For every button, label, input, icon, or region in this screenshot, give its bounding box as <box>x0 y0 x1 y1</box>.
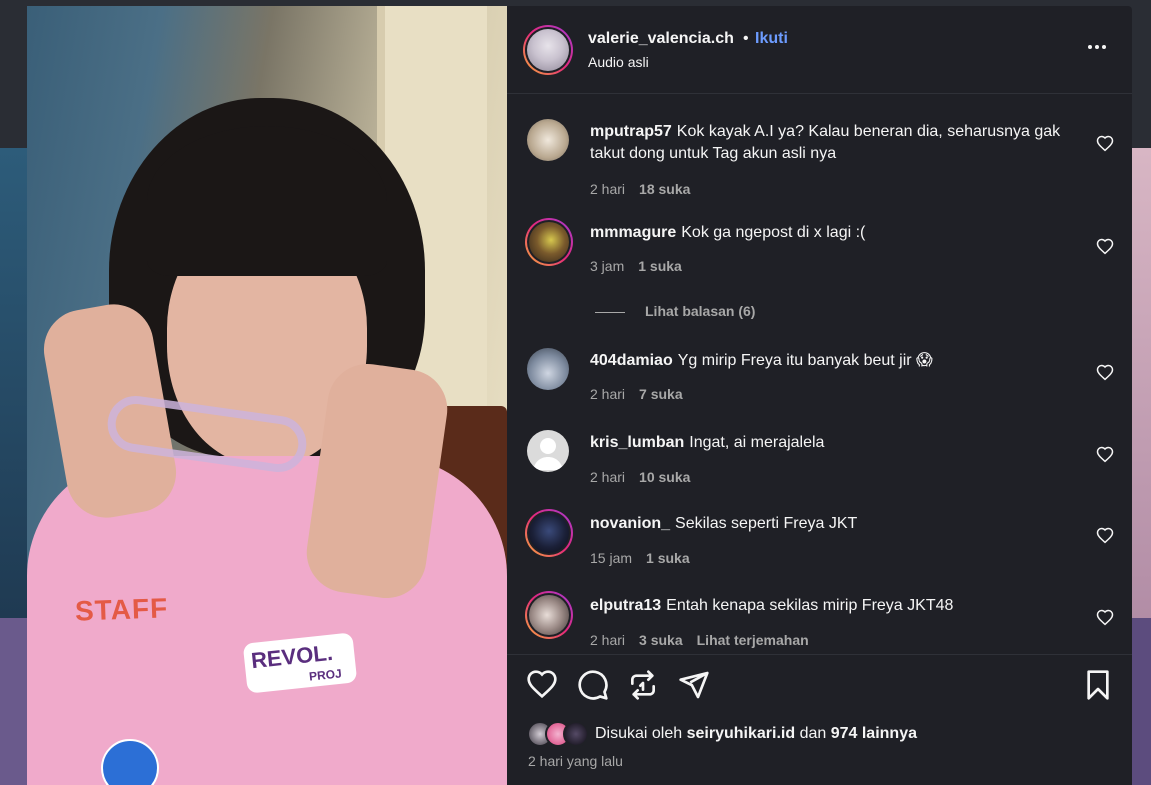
heart-icon[interactable] <box>1096 609 1114 627</box>
comment-likes[interactable]: 7 suka <box>639 386 683 402</box>
liked-by-text: Disukai oleh seiryuhikari.id dan 974 lai… <box>595 725 917 743</box>
follow-button[interactable]: Ikuti <box>755 30 788 48</box>
post-header: valerie_valencia.ch • Ikuti Audio asli <box>507 6 1132 94</box>
comment-body: kris_lumban Ingat, ai merajalela <box>590 432 1068 454</box>
comment-likes[interactable]: 10 suka <box>639 469 690 485</box>
comment-username[interactable]: kris_lumban <box>590 434 684 451</box>
author-username[interactable]: valerie_valencia.ch <box>588 30 734 48</box>
background-previous-post-lower <box>0 618 27 785</box>
comment-avatar[interactable] <box>525 591 573 639</box>
liked-by-and: dan <box>799 725 827 742</box>
comment-body: novanion_ Sekilas seperti Freya JKT <box>590 513 1068 535</box>
post-date[interactable]: 2 hari yang lalu <box>528 753 623 769</box>
comment-text: Entah kenapa sekilas mirip Freya JKT48 <box>666 597 954 614</box>
heart-icon[interactable] <box>1096 527 1114 545</box>
comment-avatar[interactable] <box>525 218 573 266</box>
comment-meta: 3 jam 1 suka <box>590 258 696 274</box>
comment-text: Sekilas seperti Freya JKT <box>675 515 858 532</box>
comment-body: 404damiao Yg mirip Freya itu banyak beut … <box>590 350 1068 372</box>
comment-text: Kok ga ngepost di x lagi :( <box>681 224 866 241</box>
comment-username[interactable]: mmmagure <box>590 224 676 241</box>
separator-dot: • <box>743 30 749 47</box>
view-replies-button[interactable]: Lihat balasan (6) <box>595 303 755 319</box>
comment-likes[interactable]: 1 suka <box>638 258 682 274</box>
comment-username[interactable]: elputra13 <box>590 597 661 614</box>
comment-avatar[interactable] <box>527 348 569 390</box>
comment-time[interactable]: 2 hari <box>590 386 625 402</box>
comment-avatar[interactable] <box>525 509 573 557</box>
comment-text: Ingat, ai merajalela <box>689 434 825 451</box>
author-avatar[interactable] <box>523 25 573 75</box>
comment-username[interactable]: 404damiao <box>590 352 673 369</box>
comment-time[interactable]: 2 hari <box>590 181 625 197</box>
comment-time[interactable]: 3 jam <box>590 258 624 274</box>
comment-likes[interactable]: 1 suka <box>646 550 690 566</box>
replies-line <box>595 311 625 313</box>
comment-username[interactable]: novanion_ <box>590 515 670 532</box>
default-avatar-icon[interactable] <box>527 430 569 472</box>
comment-body: elputra13 Entah kenapa sekilas mirip Frey… <box>590 595 1068 617</box>
comment-time[interactable]: 15 jam <box>590 550 632 566</box>
media-bangs <box>147 126 387 276</box>
heart-icon[interactable] <box>1096 446 1114 464</box>
background-next-post <box>1132 148 1151 618</box>
comment-likes[interactable]: 3 suka <box>639 632 683 648</box>
post-details-panel: valerie_valencia.ch • Ikuti Audio asli m… <box>507 6 1132 785</box>
comment-likes[interactable]: 18 suka <box>639 181 690 197</box>
share-send-icon[interactable] <box>678 669 710 701</box>
save-bookmark-icon[interactable] <box>1082 669 1114 701</box>
comment-time[interactable]: 2 hari <box>590 469 625 485</box>
comment-avatar[interactable] <box>527 119 569 161</box>
comment-time[interactable]: 2 hari <box>590 632 625 648</box>
background-previous-post <box>0 148 27 618</box>
comment-bubble-icon[interactable] <box>577 669 609 701</box>
comment-meta: 15 jam 1 suka <box>590 550 704 566</box>
liked-by-user[interactable]: seiryuhikari.id <box>687 725 796 742</box>
repost-icon[interactable] <box>627 669 659 701</box>
heart-icon[interactable] <box>1096 364 1114 382</box>
liked-by-avatars[interactable] <box>527 721 591 749</box>
more-options-icon[interactable] <box>1086 44 1108 52</box>
see-translation-button[interactable]: Lihat terjemahan <box>697 632 809 648</box>
comment-meta: 2 hari 10 suka <box>590 469 704 485</box>
post-media-video[interactable]: STAFF REVOL. PROJ <box>27 6 507 785</box>
comment-meta: 2 hari 3 suka Lihat terjemahan <box>590 632 823 648</box>
heart-icon[interactable] <box>1096 238 1114 256</box>
background-next-post-lower <box>1132 618 1151 785</box>
comment-body: mmmagure Kok ga ngepost di x lagi :( <box>590 222 1068 244</box>
liked-by-others[interactable]: 974 lainnya <box>831 725 917 742</box>
shirt-print-text: STAFF <box>74 592 169 627</box>
heart-icon[interactable] <box>1096 135 1114 153</box>
view-replies-label: Lihat balasan (6) <box>645 303 756 319</box>
comments-list[interactable]: mputrap57 Kok kayak A.I ya? Kalau beneran… <box>507 95 1132 653</box>
liked-by-prefix: Disukai oleh <box>595 725 683 742</box>
comment-meta: 2 hari 18 suka <box>590 181 704 197</box>
post-actions: Disukai oleh seiryuhikari.id dan 974 lai… <box>507 654 1132 785</box>
audio-label[interactable]: Audio asli <box>588 54 649 70</box>
liker-avatar <box>563 721 589 747</box>
like-heart-icon[interactable] <box>526 669 558 701</box>
comment-username[interactable]: mputrap57 <box>590 123 672 140</box>
comment-body: mputrap57 Kok kayak A.I ya? Kalau beneran… <box>590 121 1068 165</box>
comment-text: Yg mirip Freya itu banyak beut jir 😱 <box>677 352 933 369</box>
comment-meta: 2 hari 7 suka <box>590 386 697 402</box>
